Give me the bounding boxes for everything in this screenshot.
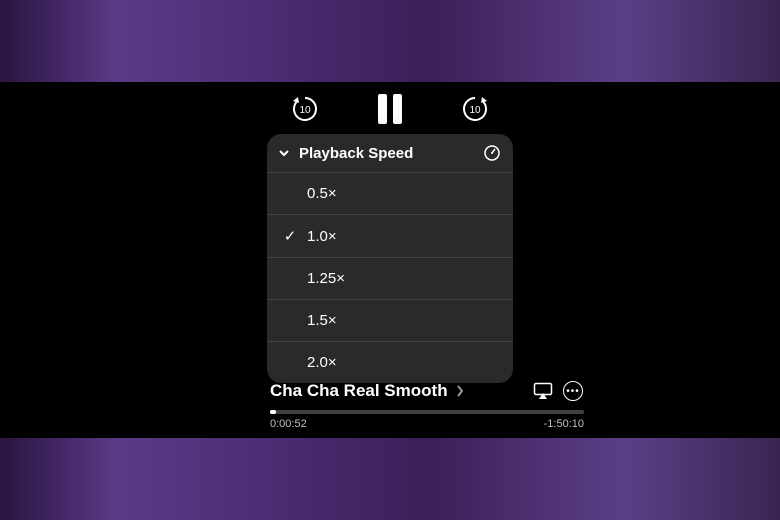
skip-forward-10-icon: 10 xyxy=(459,93,491,125)
speed-option-label: 1.25× xyxy=(307,270,345,287)
pause-icon xyxy=(378,94,387,124)
speed-option[interactable]: 1.5× xyxy=(267,299,513,341)
speed-option-label: 1.0× xyxy=(307,228,337,245)
playback-controls: 10 10 xyxy=(288,92,492,126)
time-row: 0:00:52 -1:50:10 xyxy=(270,418,584,430)
svg-text:10: 10 xyxy=(469,105,481,116)
skip-back-button[interactable]: 10 xyxy=(288,92,322,126)
airplay-button[interactable] xyxy=(532,380,554,402)
speedometer-icon xyxy=(483,144,501,162)
video-frame: 10 10 Playback Speed xyxy=(0,82,780,438)
speed-option[interactable]: 1.25× xyxy=(267,257,513,299)
speed-option[interactable]: 2.0× xyxy=(267,341,513,383)
speed-option-label: 0.5× xyxy=(307,185,337,202)
skip-forward-button[interactable]: 10 xyxy=(458,92,492,126)
svg-text:10: 10 xyxy=(299,105,311,116)
pause-button[interactable] xyxy=(378,94,402,124)
more-button[interactable]: ••• xyxy=(562,380,584,402)
now-playing-bar: Cha Cha Real Smooth ••• 0:00:52 -1:50:10 xyxy=(270,380,584,430)
speed-option[interactable]: ✓ 1.0× xyxy=(267,214,513,257)
airplay-icon xyxy=(533,382,553,400)
progress-fill xyxy=(270,410,276,414)
elapsed-time: 0:00:52 xyxy=(270,418,307,430)
speed-option[interactable]: 0.5× xyxy=(267,172,513,214)
speed-option-label: 2.0× xyxy=(307,354,337,371)
progress-bar[interactable] xyxy=(270,410,584,414)
menu-title: Playback Speed xyxy=(299,145,413,162)
playback-speed-menu: Playback Speed 0.5× ✓ 1.0× 1.25× 1.5× xyxy=(267,134,513,383)
chevron-right-icon xyxy=(456,384,464,398)
menu-header[interactable]: Playback Speed xyxy=(267,134,513,172)
pause-icon xyxy=(393,94,402,124)
video-title[interactable]: Cha Cha Real Smooth xyxy=(270,381,448,401)
speed-option-label: 1.5× xyxy=(307,312,337,329)
title-row: Cha Cha Real Smooth ••• xyxy=(270,380,584,402)
ellipsis-icon: ••• xyxy=(563,381,583,401)
skip-back-10-icon: 10 xyxy=(289,93,321,125)
chevron-down-icon xyxy=(277,146,291,160)
remaining-time: -1:50:10 xyxy=(544,418,584,430)
check-icon: ✓ xyxy=(283,227,297,245)
